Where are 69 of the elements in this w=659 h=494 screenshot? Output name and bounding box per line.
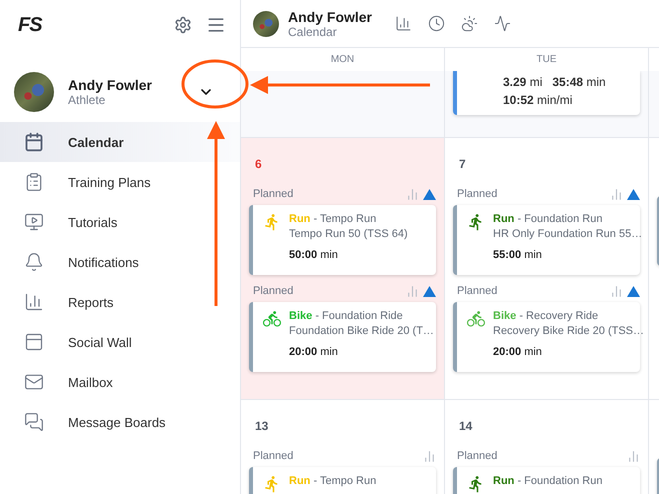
status-label: Planned bbox=[456, 188, 498, 200]
status-label: Planned bbox=[456, 285, 498, 297]
workout-card[interactable]: Run - Tempo Run bbox=[249, 467, 436, 494]
status-label: Planned bbox=[252, 285, 294, 297]
activity-stat: 3.29 mi 35:48 min bbox=[503, 75, 607, 89]
nav-item[interactable]: Training Plans bbox=[0, 162, 240, 202]
avatar-photo bbox=[14, 72, 54, 112]
workout-detail: Foundation Bike Ride 20 (T… bbox=[289, 325, 434, 337]
page-subtitle: Calendar bbox=[288, 24, 338, 38]
nav-icon bbox=[24, 132, 44, 152]
nav-item[interactable]: Notifications bbox=[0, 242, 240, 282]
nav-icon bbox=[24, 212, 44, 232]
date-number: 7 bbox=[458, 156, 467, 173]
workout-card[interactable]: Bike - Recovery Ride Recovery Bike Ride 20 (TSS… 20:00 min bbox=[453, 302, 640, 372]
activity-stat: 10:52 min/mi bbox=[503, 93, 574, 107]
workout-title: Bike - Foundation Ride bbox=[289, 310, 404, 322]
workout-title: Run - Foundation Run bbox=[493, 475, 602, 487]
workout-title: Bike - Recovery Ride bbox=[493, 310, 600, 322]
workout-title: Run - Tempo Run bbox=[289, 475, 376, 487]
workout-card[interactable]: Run - Tempo Run Tempo Run 50 (TSS 64) 50:00 min bbox=[249, 205, 436, 275]
settings-icon[interactable] bbox=[174, 16, 192, 34]
nav-label: Message Boards bbox=[68, 414, 166, 430]
clock-icon[interactable] bbox=[428, 15, 446, 32]
user-name: Andy Fowler bbox=[288, 8, 372, 24]
nav-item[interactable]: Mailbox bbox=[0, 362, 240, 402]
nav-item[interactable]: Message Boards bbox=[0, 402, 240, 442]
pulse-icon[interactable] bbox=[494, 15, 512, 32]
nav-icon bbox=[24, 332, 44, 352]
workout-title: Run - Tempo Run bbox=[289, 213, 378, 225]
workout-card[interactable]: Bike - Foundation Ride Foundation Bike Ride 20 (T… 20:00 min bbox=[249, 302, 436, 372]
nav-icon bbox=[24, 252, 44, 272]
nav-label: Training Plans bbox=[68, 174, 151, 190]
nav-label: Mailbox bbox=[68, 374, 113, 390]
cloud-sun-icon[interactable] bbox=[461, 15, 478, 32]
date-number: 13 bbox=[254, 418, 270, 435]
logo[interactable]: FS bbox=[18, 14, 42, 36]
workout-duration: 50:00 min bbox=[289, 249, 339, 261]
nav-label: Social Wall bbox=[68, 334, 132, 350]
status-label: Planned bbox=[252, 188, 294, 200]
date-number: 6 bbox=[254, 156, 263, 173]
workout-duration: 20:00 min bbox=[493, 346, 543, 358]
workout-title: Run - Foundation Run bbox=[493, 213, 604, 225]
date-number: 14 bbox=[458, 418, 474, 435]
nav-label: Tutorials bbox=[68, 214, 118, 230]
workout-duration: 20:00 min bbox=[289, 346, 339, 358]
annotation-circle bbox=[182, 60, 248, 108]
activity-card[interactable]: 3.29 mi 35:48 min 10:52 min/mi bbox=[453, 71, 640, 115]
nav-label: Reports bbox=[68, 294, 114, 310]
user-name: Andy Fowler bbox=[68, 77, 154, 93]
workout-card[interactable]: Run - Foundation Run bbox=[453, 467, 640, 494]
nav-item[interactable]: Calendar bbox=[0, 122, 240, 162]
nav-icon bbox=[24, 172, 44, 192]
workout-duration: 55:00 min bbox=[493, 249, 543, 261]
workout-card[interactable]: Run - Foundation Run HR Only Foundation Run 55… 55:00 min bbox=[453, 205, 640, 275]
nav-label: Notifications bbox=[68, 254, 139, 270]
avatar-photo bbox=[253, 10, 279, 36]
workout-detail: Tempo Run 50 (TSS 64) bbox=[289, 228, 408, 240]
bar-chart-icon[interactable] bbox=[395, 15, 412, 32]
nav-icon bbox=[24, 372, 44, 392]
workout-detail: HR Only Foundation Run 55… bbox=[493, 228, 642, 240]
nav-label: Calendar bbox=[68, 134, 124, 150]
nav-item[interactable]: Tutorials bbox=[0, 202, 240, 242]
nav-item[interactable]: Social Wall bbox=[0, 322, 240, 362]
status-label: Planned bbox=[252, 450, 294, 462]
nav-icon bbox=[24, 292, 44, 312]
nav-item[interactable]: Reports bbox=[0, 282, 240, 322]
user-role: Athlete bbox=[68, 93, 106, 107]
nav-icon bbox=[24, 412, 44, 432]
status-label: Planned bbox=[456, 450, 498, 462]
